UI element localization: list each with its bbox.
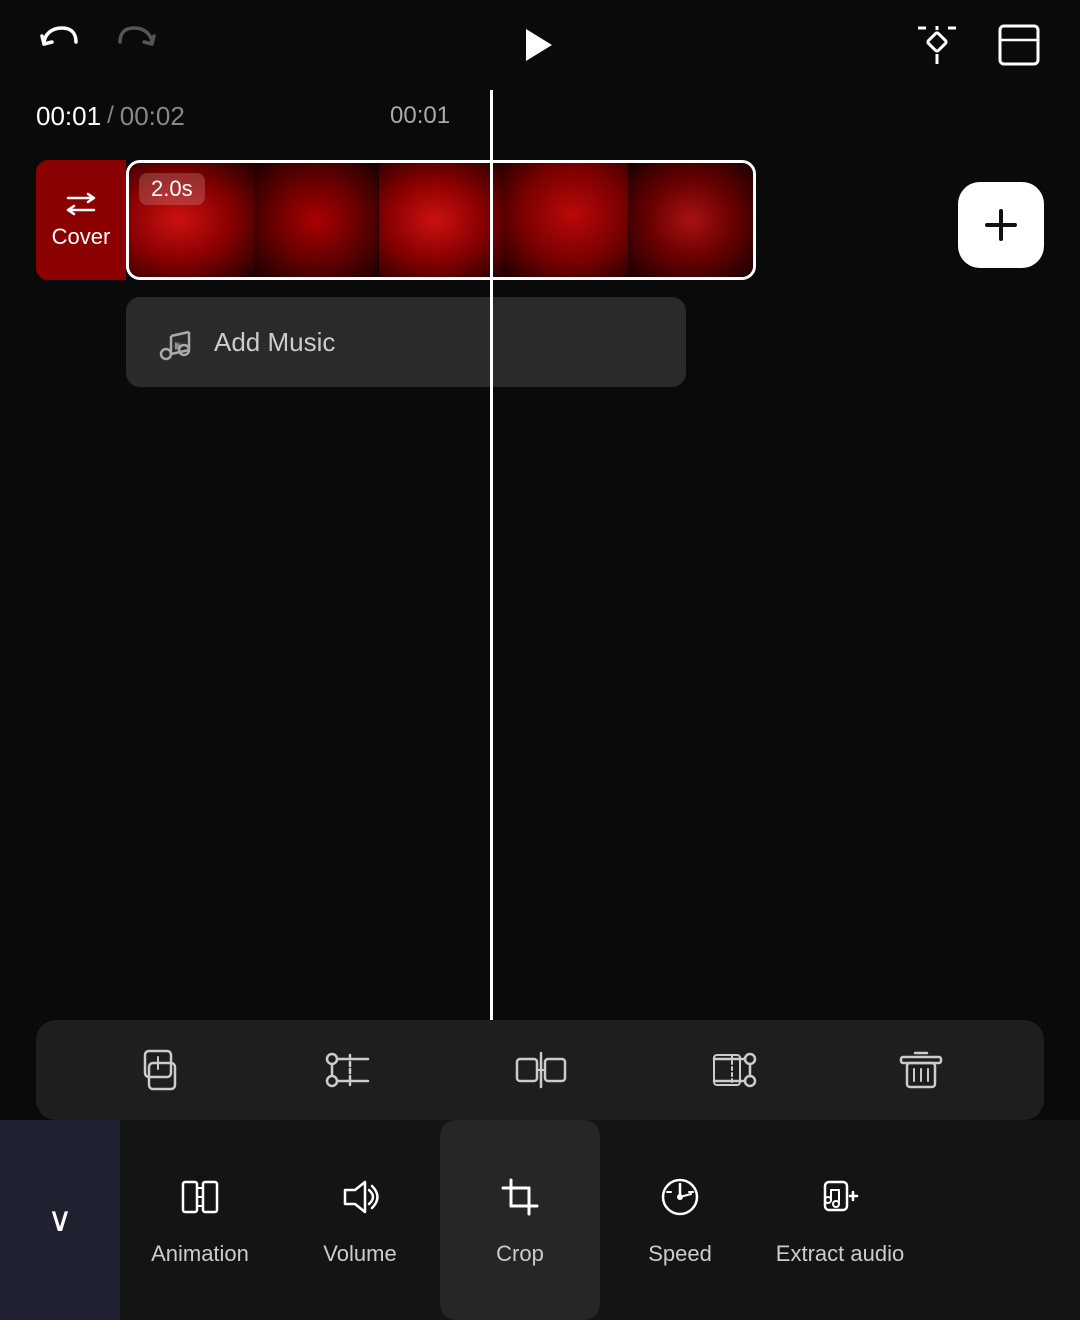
undo-icon — [36, 22, 82, 68]
duration-badge: 2.0s — [139, 173, 205, 205]
bottom-toolbar: ∨ Animation — [0, 1120, 1080, 1320]
timeline-content: Cover 2.0s — [0, 142, 1080, 842]
extract-audio-label: Extract audio — [776, 1241, 904, 1267]
video-frame-3 — [379, 163, 504, 277]
app-container: 00:01 / 00:02 00:01 Cover 2.0s — [0, 0, 1080, 1320]
plus-icon — [981, 205, 1021, 245]
extract-audio-svg-icon — [817, 1174, 863, 1220]
fullscreen-icon — [994, 20, 1044, 70]
speed-label: Speed — [648, 1241, 712, 1267]
music-icon — [154, 322, 194, 362]
top-toolbar — [0, 0, 1080, 90]
volume-icon — [337, 1174, 383, 1231]
redo-icon — [114, 22, 160, 68]
swap-icon — [64, 190, 98, 218]
redo-button[interactable] — [114, 22, 160, 68]
speed-icon — [657, 1174, 703, 1231]
split-button[interactable] — [515, 1045, 567, 1095]
keyframe-icon — [912, 20, 962, 70]
animation-icon — [177, 1174, 223, 1231]
video-frame-4 — [504, 163, 629, 277]
volume-label: Volume — [323, 1241, 396, 1267]
fullscreen-button[interactable] — [994, 20, 1044, 70]
current-time: 00:01 — [36, 101, 101, 132]
timeline-area: Cover 2.0s — [36, 142, 1044, 562]
trim-left-icon — [324, 1045, 376, 1095]
trim-right-button[interactable] — [706, 1045, 758, 1095]
collapse-button[interactable]: ∨ — [0, 1120, 120, 1320]
delete-icon — [897, 1045, 945, 1095]
toolbar-right — [912, 20, 1044, 70]
add-music-label: Add Music — [214, 327, 335, 358]
timeline-marker: 00:01 — [390, 102, 450, 130]
undo-button[interactable] — [36, 22, 82, 68]
keyframe-button[interactable] — [912, 20, 962, 70]
crop-icon — [497, 1174, 543, 1231]
delete-button[interactable] — [897, 1045, 945, 1095]
extract-audio-icon — [817, 1174, 863, 1231]
speed-tool[interactable]: Speed — [600, 1120, 760, 1320]
play-button[interactable] — [510, 19, 562, 71]
video-frame-2 — [254, 163, 379, 277]
toolbar-left — [36, 22, 160, 68]
video-strip[interactable]: 2.0s — [126, 160, 756, 280]
cover-label: Cover — [36, 160, 126, 280]
volume-svg-icon — [337, 1174, 383, 1220]
speed-svg-icon — [657, 1174, 703, 1220]
timeline-header: 00:01 / 00:02 00:01 — [0, 90, 1080, 142]
trim-left-button[interactable] — [324, 1045, 376, 1095]
music-track[interactable]: Add Music — [126, 297, 686, 387]
duplicate-button[interactable] — [135, 1045, 185, 1095]
animation-svg-icon — [177, 1174, 223, 1220]
edit-toolbar — [36, 1020, 1044, 1120]
crop-svg-icon — [497, 1174, 543, 1220]
volume-tool[interactable]: Volume — [280, 1120, 440, 1320]
cover-text: Cover — [52, 224, 111, 250]
playhead — [490, 90, 493, 1020]
crop-label: Crop — [496, 1241, 544, 1267]
animation-label: Animation — [151, 1241, 249, 1267]
crop-tool[interactable]: Crop — [440, 1120, 600, 1320]
chevron-down-icon: ∨ — [48, 1200, 73, 1240]
animation-tool[interactable]: Animation — [120, 1120, 280, 1320]
add-clip-button[interactable] — [958, 182, 1044, 268]
total-time: 00:02 — [120, 101, 185, 132]
split-icon — [515, 1045, 567, 1095]
time-separator: / — [107, 102, 114, 130]
video-frame-5 — [629, 163, 753, 277]
extract-audio-tool[interactable]: Extract audio — [760, 1120, 920, 1320]
toolbar-center — [510, 19, 562, 71]
trim-right-icon — [706, 1045, 758, 1095]
play-icon — [510, 19, 562, 71]
duplicate-icon — [135, 1045, 185, 1095]
